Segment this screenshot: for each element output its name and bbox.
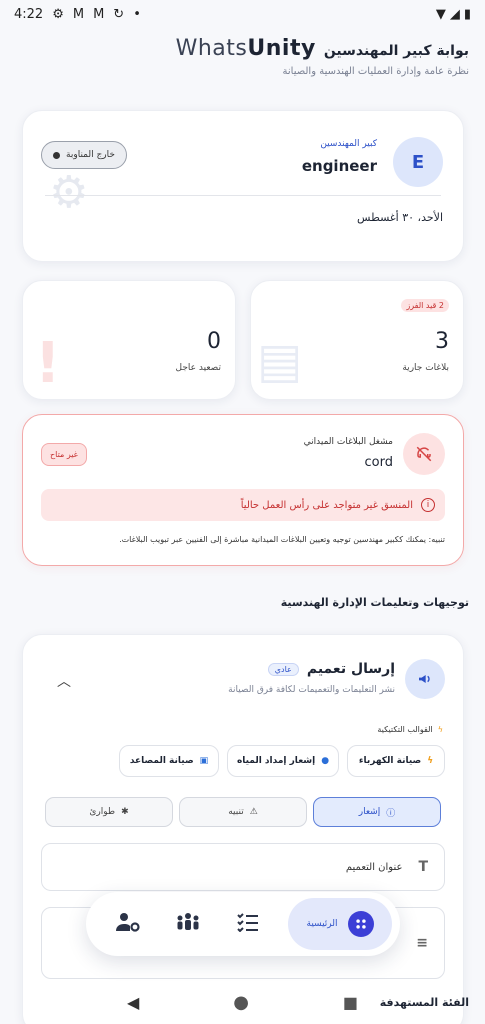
- headset-off-icon: [403, 433, 445, 475]
- home-dashboard-icon: [347, 911, 374, 937]
- wifi-icon: ▼: [435, 6, 446, 22]
- gear-icon: ⚙: [52, 6, 64, 22]
- nav-home[interactable]: الرئيسية: [288, 898, 392, 950]
- status-badge: غير متاح: [41, 443, 87, 466]
- text-icon: T: [418, 859, 428, 875]
- nav-teams[interactable]: [168, 904, 208, 944]
- active-reports-card[interactable]: ▤ 2 قيد الفرز 3 بلاغات جارية: [250, 280, 464, 400]
- priority-badge: عادي: [267, 662, 299, 676]
- brand-logo: WhatsUnity: [175, 36, 316, 61]
- divider: [45, 195, 441, 196]
- status-bar: 4:22 ⚙ M M ↻ • ▼ ◢ ▮: [0, 0, 485, 28]
- section-title: توجيهات وتعليمات الإدارة الهندسية: [280, 596, 469, 609]
- bolt-icon: ϟ: [427, 756, 434, 766]
- active-reports-count: 3: [435, 329, 449, 354]
- template-elevator[interactable]: ▣ صيانة المصاعد: [119, 745, 219, 777]
- broadcast-title-field[interactable]: T عنوان التعميم: [41, 843, 445, 891]
- broadcast-card: إرسال تعميم عادي نشر التعليمات والتعميما…: [22, 634, 464, 1024]
- type-warning[interactable]: ⚠ تنبيه: [179, 797, 307, 827]
- urgent-escalation-label: تصعيد عاجل: [175, 363, 221, 373]
- user-name: engineer: [301, 157, 377, 175]
- profile-card: ⚙ E كبير المهندسين engineer خارج المناوب…: [22, 110, 464, 262]
- bolt-icon: ϟ: [437, 725, 443, 734]
- template-water[interactable]: ● إشعار إمداد المياه: [227, 745, 339, 777]
- gears-decoration-icon: ⚙: [49, 167, 89, 218]
- chevron-up-icon[interactable]: ︿: [57, 671, 71, 691]
- template-electric[interactable]: ϟ صيانة الكهرباء: [347, 745, 445, 777]
- nav-settings-users[interactable]: [108, 904, 148, 944]
- home-icon[interactable]: ●: [233, 992, 249, 1013]
- type-notice[interactable]: ⓘ إشعار: [313, 797, 441, 827]
- broadcast-subtitle: نشر التعليمات والتعميمات لكافة فرق الصيا…: [228, 685, 395, 695]
- sync-icon: ↻: [113, 6, 125, 22]
- dispatcher-card: مشغل البلاغات الميداني cord غير متاح i ا…: [22, 414, 464, 566]
- triage-badge: 2 قيد الفرز: [401, 299, 449, 312]
- mail-icon-2: M: [93, 6, 105, 22]
- back-icon[interactable]: ◀: [127, 993, 139, 1012]
- user-role: كبير المهندسين: [320, 139, 377, 149]
- urgent-escalation-card[interactable]: ! 0 تصعيد عاجل: [22, 280, 236, 400]
- clipboard-icon: ▤: [257, 333, 303, 389]
- status-dot-icon: [53, 151, 61, 159]
- bottom-nav: الرئيسية: [86, 892, 400, 956]
- page-subtitle: نظرة عامة وإدارة العمليات الهندسية والصي…: [282, 66, 470, 77]
- broadcast-title-row: إرسال تعميم عادي: [267, 661, 395, 677]
- dispatcher-name: cord: [364, 455, 393, 470]
- templates-label: ϟ القوالب التكتيكية: [377, 725, 443, 734]
- active-reports-label: بلاغات جارية: [402, 363, 449, 373]
- checklist-icon: [237, 912, 259, 937]
- dispatcher-role: مشغل البلاغات الميداني: [303, 437, 393, 447]
- status-time: 4:22: [14, 6, 44, 22]
- nav-tasks[interactable]: [228, 904, 268, 944]
- system-nav-bar: ◀ ● ■: [0, 980, 485, 1024]
- info-icon: i: [421, 498, 435, 512]
- user-gear-icon: [116, 911, 140, 938]
- dispatcher-notice: تنبيه: يمكنك ككبير مهندسين توجيه وتعيين …: [119, 535, 445, 544]
- megaphone-icon: [405, 659, 445, 699]
- water-drop-icon: ●: [321, 756, 330, 766]
- broadcast-title: إرسال تعميم: [306, 661, 395, 677]
- group-icon: [176, 912, 200, 937]
- warning-icon: ⚠: [249, 807, 258, 817]
- info-icon: ⓘ: [386, 808, 396, 819]
- current-date: الأحد، ٣٠ أغسطس: [357, 211, 443, 224]
- avatar: E: [393, 137, 443, 187]
- paragraph-icon: ≡: [416, 935, 428, 951]
- dispatcher-alert: i المنسق غير متواجد على رأس العمل حالياً: [41, 489, 445, 521]
- recents-icon[interactable]: ■: [343, 993, 358, 1012]
- battery-icon: ▮: [463, 6, 471, 22]
- signal-icon: ◢: [449, 6, 460, 22]
- page-title: بوابة كبير المهندسين: [323, 43, 469, 59]
- asterisk-icon: ✱: [121, 807, 129, 817]
- elevator-icon: ▣: [199, 756, 209, 766]
- dot-icon: •: [133, 6, 141, 22]
- app-header: بوابة كبير المهندسين WhatsUnity: [176, 36, 469, 61]
- mail-icon: M: [72, 6, 85, 22]
- type-emergency[interactable]: ✱ طوارئ: [45, 797, 173, 827]
- exclamation-icon: !: [35, 331, 61, 396]
- urgent-escalation-count: 0: [207, 329, 221, 354]
- shift-status-button[interactable]: خارج المناوبة: [41, 141, 127, 169]
